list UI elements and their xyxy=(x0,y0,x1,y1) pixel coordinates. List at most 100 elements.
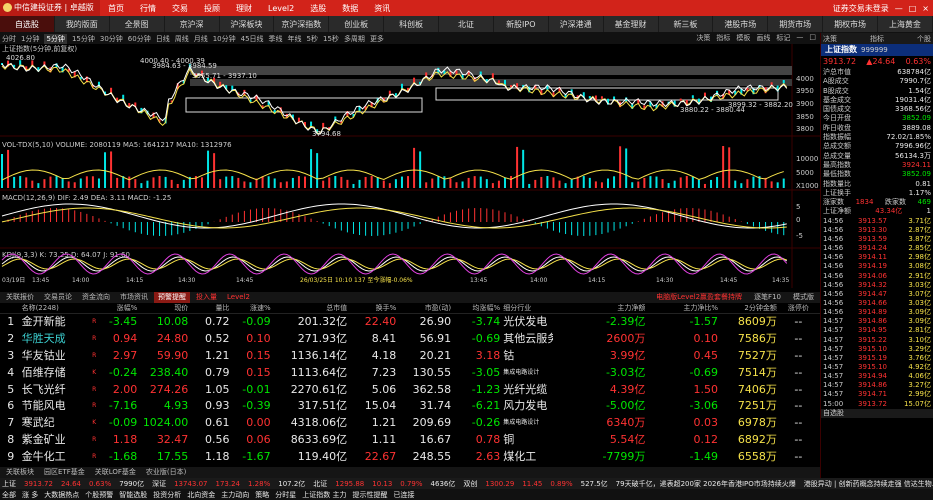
period-option[interactable]: 更多 xyxy=(370,34,384,44)
nav-tab-bse[interactable]: 北证 xyxy=(439,16,494,32)
menu-screener[interactable]: 选股 xyxy=(302,3,334,14)
nav-tab-jhs-index[interactable]: 京沪深指数 xyxy=(274,16,330,32)
nav-tab-sector[interactable]: 沪深板块 xyxy=(220,16,275,32)
column-header[interactable]: 涨幅% xyxy=(108,303,138,313)
tab-stock[interactable]: 个股 xyxy=(917,34,931,44)
menu-finance[interactable]: 理财 xyxy=(228,3,260,14)
menu-data[interactable]: 数据 xyxy=(334,3,366,14)
table-row[interactable]: 2 华胜天成 R 0.94 24.80 0.52 0.10 271.93亿 8.41 56.91 -… xyxy=(0,331,820,348)
table-row[interactable]: 3 华友钴业 R 2.97 59.90 1.21 0.15 1136.14亿 4.18 20.21… xyxy=(0,348,820,365)
column-header[interactable]: 总市值 xyxy=(271,303,347,313)
period-option[interactable]: 分时 xyxy=(2,34,16,44)
status-item[interactable]: 策略 xyxy=(255,490,269,500)
column-header[interactable]: 名称(2248) xyxy=(22,303,81,313)
table-row[interactable]: 8 紫金矿业 R 1.18 32.47 0.56 0.06 8633.69亿 1.11 16.67… xyxy=(0,432,820,449)
status-item[interactable]: 智能选股 xyxy=(119,490,147,500)
column-header[interactable]: 换手% xyxy=(347,303,397,313)
nav-tab-chinext[interactable]: 创业板 xyxy=(329,16,385,32)
status-item[interactable]: 全部 xyxy=(2,490,16,500)
info-tab[interactable]: 关联报价 xyxy=(2,292,38,303)
status-item[interactable]: 已连接 xyxy=(393,490,414,500)
chart-tool-button[interactable]: 标记 xyxy=(776,33,790,43)
period-option[interactable]: 10分钟 xyxy=(213,34,236,44)
column-header[interactable] xyxy=(80,303,107,313)
period-option[interactable]: 日线 xyxy=(156,34,170,44)
chart-tool-button[interactable]: 决策 xyxy=(696,33,710,43)
table-row[interactable]: 7 寒武纪 K -0.09 1024.00 0.61 0.00 4318.06亿 1.21 209… xyxy=(0,415,820,432)
status-item[interactable]: 主力动向 xyxy=(221,490,249,500)
tab-decision[interactable]: 决策 xyxy=(823,34,837,44)
nav-tab-star[interactable]: 科创板 xyxy=(384,16,439,32)
column-header[interactable]: 细分行业 xyxy=(500,303,553,313)
menu-news[interactable]: 资讯 xyxy=(366,3,398,14)
period-option[interactable]: 15秒 xyxy=(323,34,339,44)
info-tab[interactable]: 交易员论 xyxy=(40,292,76,303)
menu-trade[interactable]: 交易 xyxy=(164,3,196,14)
info-tab-right[interactable]: 模式版 xyxy=(789,292,818,303)
login-status[interactable]: 证券交易未登录 xyxy=(833,3,889,14)
nav-tab-neeq[interactable]: 新三板 xyxy=(659,16,714,32)
column-header[interactable]: 主力净额 xyxy=(553,303,645,313)
period-option[interactable]: 5分钟 xyxy=(44,33,67,44)
menu-quotes[interactable]: 行情 xyxy=(132,3,164,14)
info-tab[interactable]: Level2 xyxy=(223,292,254,303)
chart-tool-button[interactable]: 模板 xyxy=(736,33,750,43)
column-header[interactable]: 现价 xyxy=(137,303,188,313)
table-row[interactable]: 4 佰维存储 K -0.24 238.40 0.79 0.15 1113.64亿 7.23 130… xyxy=(0,365,820,382)
period-option[interactable]: 多周期 xyxy=(344,34,365,44)
period-option[interactable]: 年线 xyxy=(288,34,302,44)
nav-tab-self-select[interactable]: 自选股 xyxy=(0,16,55,32)
column-header[interactable]: 涨速% xyxy=(230,303,271,313)
column-header[interactable]: 2分钟金额 xyxy=(718,303,776,313)
column-header[interactable]: 量比 xyxy=(188,303,230,313)
table-row[interactable]: 9 金牛化工 R -1.68 17.55 1.18 -1.67 119.40亿 22.67 248… xyxy=(0,449,820,466)
column-header[interactable]: 主力净比% xyxy=(645,303,718,313)
period-option[interactable]: 15分钟 xyxy=(72,34,95,44)
column-header[interactable]: 均涨幅% xyxy=(451,303,501,313)
table-row[interactable]: 6 节能风电 R -7.16 4.93 0.93 -0.39 317.51亿 15.04 31.7… xyxy=(0,398,820,415)
sector-tab[interactable]: 园区ETF基金 xyxy=(40,467,89,478)
nav-tab-my-layout[interactable]: 我的版面 xyxy=(55,16,110,32)
status-item[interactable]: 大数据热点 xyxy=(44,490,79,500)
sector-tab[interactable]: 农业版(日本) xyxy=(142,467,190,478)
table-row[interactable]: 1 金开新能 R -3.45 10.08 0.72 -0.09 201.32亿 22.40 26.… xyxy=(0,314,820,331)
column-header[interactable]: 市盈(动) xyxy=(396,303,451,313)
status-item[interactable]: 投资分析 xyxy=(153,490,181,500)
tab-indicator[interactable]: 指标 xyxy=(870,34,884,44)
index-chart[interactable]: 上证指数(5分钟,前复权) 4000.40 - 4000.39 3984.63 … xyxy=(0,44,820,288)
menu-level2[interactable]: Level2 xyxy=(260,4,302,13)
nav-tab-fund[interactable]: 基金理财 xyxy=(604,16,659,32)
nav-tab-panorama[interactable]: 全景图 xyxy=(110,16,165,32)
status-item[interactable]: 涨 多 xyxy=(22,490,38,500)
minimize-icon[interactable]: — xyxy=(895,4,903,13)
chart-tool-button[interactable]: □ xyxy=(809,33,816,43)
chart-tool-button[interactable]: — xyxy=(796,33,803,43)
period-option[interactable]: 60分钟 xyxy=(128,34,151,44)
period-option[interactable]: 1分钟 xyxy=(21,34,39,44)
status-item[interactable]: 上证指数 主力 xyxy=(302,490,346,500)
period-option[interactable]: 5秒 xyxy=(307,34,318,44)
info-tab[interactable]: 资金流向 xyxy=(78,292,114,303)
period-option[interactable]: 45日线 xyxy=(241,34,264,44)
period-option[interactable]: 月线 xyxy=(194,34,208,44)
stock-table[interactable]: 名称(2248) 涨幅% 现价 量比 涨速% 总市值 换手% 市盈(动) 均涨幅% 细分行业 主力净… xyxy=(0,303,820,466)
status-item[interactable]: 提示性提醒 xyxy=(352,490,387,500)
info-tab-right[interactable]: 逐笔F10 xyxy=(750,292,785,303)
info-tab[interactable]: 预警提醒 xyxy=(154,292,190,303)
chart-tool-button[interactable]: 指标 xyxy=(716,33,730,43)
close-icon[interactable]: × xyxy=(922,4,929,13)
nav-tab-jhs[interactable]: 京沪深 xyxy=(165,16,220,32)
sector-tab[interactable]: 关联LOF基金 xyxy=(91,467,140,478)
table-row[interactable]: 5 长飞光纤 R 2.00 274.26 1.05 -0.01 2270.61亿 5.06 362… xyxy=(0,382,820,399)
column-header[interactable] xyxy=(0,303,22,313)
status-item[interactable]: 北向资金 xyxy=(187,490,215,500)
tick-list[interactable]: 14:56 3913.57 3.71亿 14:56 3913.30 2.87亿 14:56 3… xyxy=(821,217,933,409)
menu-advisor[interactable]: 投顾 xyxy=(196,3,228,14)
maximize-icon[interactable]: □ xyxy=(909,4,917,13)
sector-tab[interactable]: 关联板块 xyxy=(2,467,38,478)
chart-tool-button[interactable]: 画线 xyxy=(756,33,770,43)
period-option[interactable]: 季线 xyxy=(269,34,283,44)
info-tab[interactable]: 投入量 xyxy=(192,292,221,303)
nav-tab-futures[interactable]: 期货市场 xyxy=(768,16,824,32)
info-tab[interactable]: 市场资讯 xyxy=(116,292,152,303)
